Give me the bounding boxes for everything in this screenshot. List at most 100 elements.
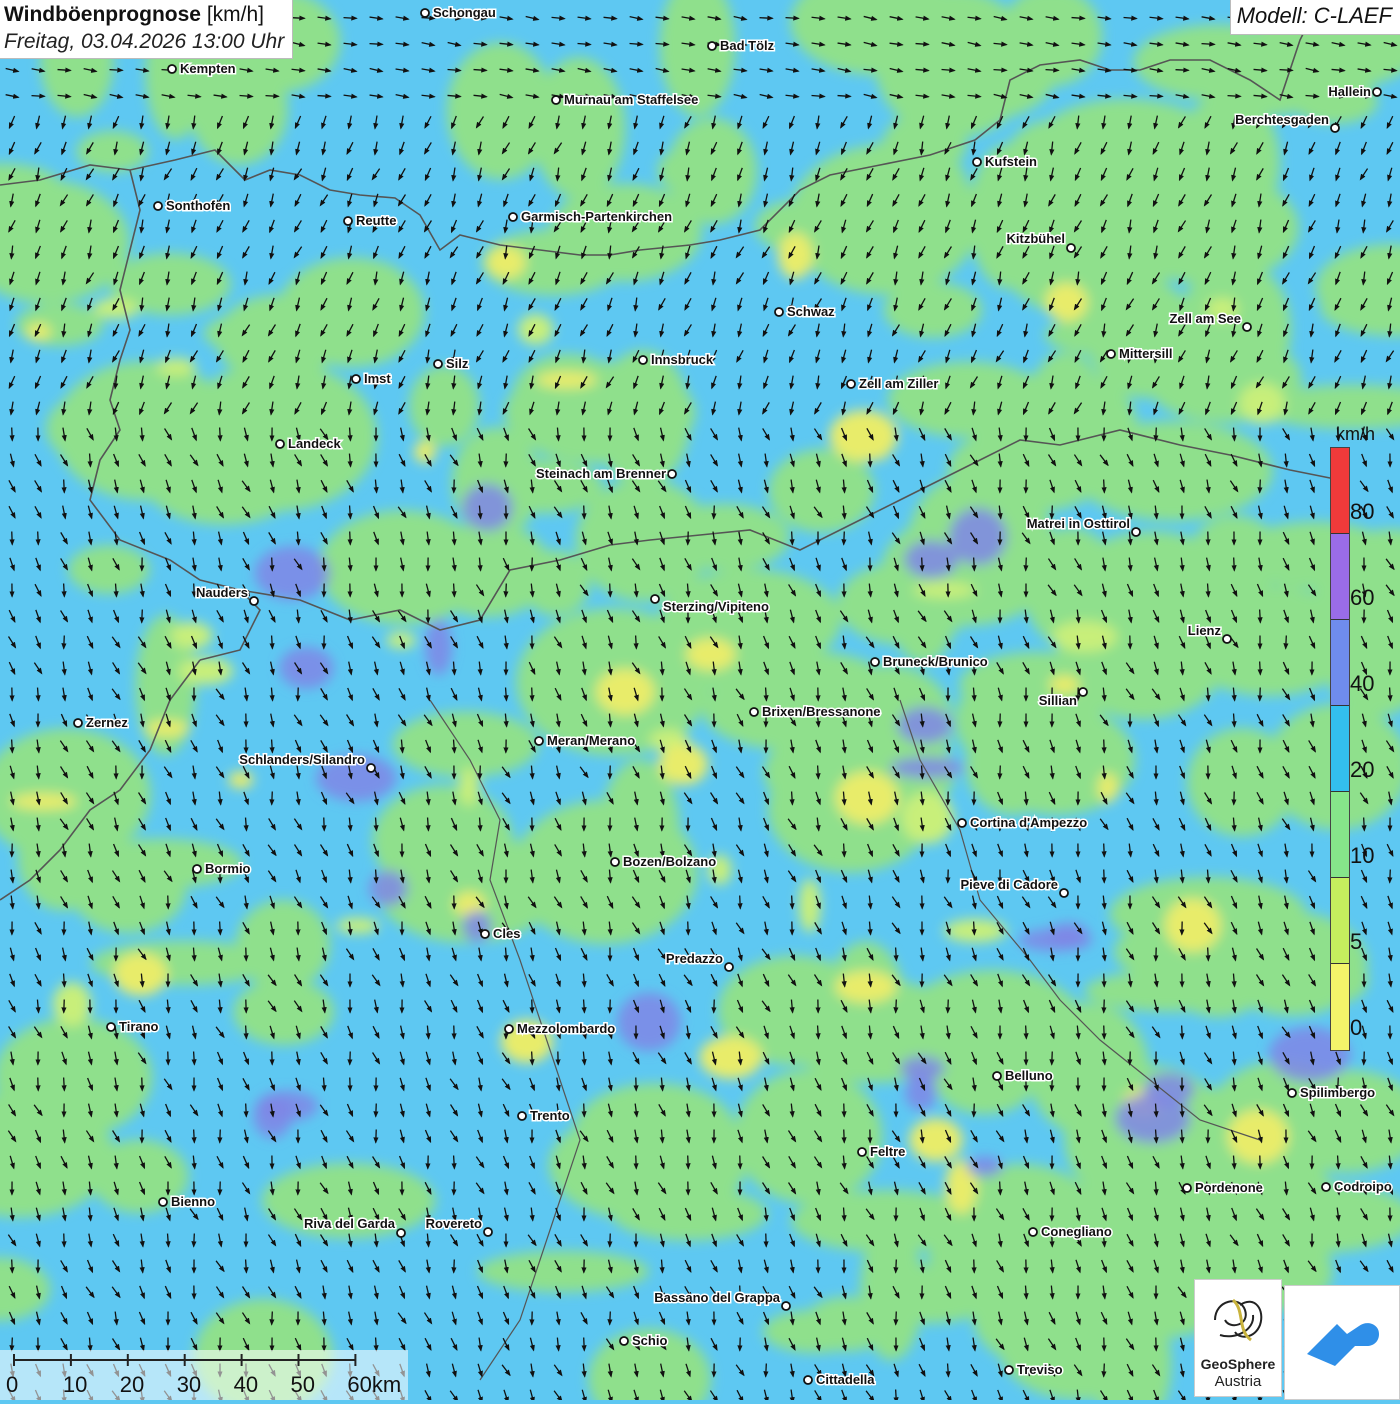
city-dot-icon xyxy=(74,719,82,727)
gust-zone-yellow xyxy=(1049,675,1080,694)
wind-arrow xyxy=(1000,766,1001,779)
gust-zone-purple xyxy=(1049,923,1089,946)
geosphere-logo[interactable]: GeoSphere Austria xyxy=(1194,1279,1282,1397)
city-schongau[interactable]: Schongau xyxy=(421,5,496,20)
gust-zone-yellow xyxy=(869,442,889,460)
city-dot-icon xyxy=(1005,1366,1013,1374)
wind-arrow xyxy=(64,1078,65,1091)
city-label: Reutte xyxy=(356,213,396,228)
city-pordenone[interactable]: Pordenone xyxy=(1183,1180,1263,1195)
wind-arrow xyxy=(64,636,65,649)
gust-zone-green xyxy=(393,711,539,777)
scale-label: 10 xyxy=(63,1372,87,1398)
wind-arrow xyxy=(760,18,773,19)
city-label: Zell am Ziller xyxy=(859,376,938,391)
city-mezzolombardo[interactable]: Mezzolombardo xyxy=(505,1021,615,1036)
city-label: Mezzolombardo xyxy=(517,1021,615,1036)
legend-band xyxy=(1331,706,1349,792)
wind-arrow xyxy=(1338,1156,1339,1169)
city-bruneck-brunico[interactable]: Bruneck/Brunico xyxy=(871,654,988,669)
city-dot-icon xyxy=(344,217,352,225)
legend-band xyxy=(1331,620,1349,706)
wind-arrow xyxy=(506,688,507,701)
city-dot-icon xyxy=(1183,1184,1191,1192)
gust-zone-yellow xyxy=(26,323,51,340)
wind-arrow xyxy=(272,792,273,805)
city-label: Cortina d'Ampezzo xyxy=(970,815,1087,830)
city-label: Nauders xyxy=(196,585,248,600)
city-label: Feltre xyxy=(870,1144,905,1159)
city-label: Kitzbühel xyxy=(1007,231,1066,246)
gust-zone-green xyxy=(447,42,555,179)
city-sonthofen[interactable]: Sonthofen xyxy=(154,198,230,213)
city-brixen-bressanone[interactable]: Brixen/Bressanone xyxy=(750,704,881,719)
wind-arrow xyxy=(1026,558,1027,571)
city-cortina-d-ampezzo[interactable]: Cortina d'Ampezzo xyxy=(958,815,1087,830)
legend-label-0: 0 xyxy=(1350,1015,1362,1041)
wind-arrow xyxy=(64,480,65,493)
gust-zone-yellow xyxy=(699,1036,762,1079)
city-label: Brixen/Bressanone xyxy=(762,704,881,719)
city-label: Garmisch-Partenkirchen xyxy=(521,209,672,224)
city-steinach-am-brenner[interactable]: Steinach am Brenner xyxy=(536,466,676,481)
scale-label: 30 xyxy=(177,1372,201,1398)
wind-arrow xyxy=(246,1260,247,1273)
city-meran-merano[interactable]: Meran/Merano xyxy=(535,733,635,748)
weather-app-logo[interactable] xyxy=(1284,1285,1400,1400)
wind-arrow xyxy=(38,532,39,545)
gust-zone-yellow xyxy=(170,622,212,649)
wind-arrow xyxy=(532,688,533,701)
wind-arrow xyxy=(480,818,481,831)
wind-arrow xyxy=(1364,818,1365,831)
gust-zone-purple xyxy=(617,993,681,1051)
wind-arrow xyxy=(272,558,273,571)
city-dot-icon xyxy=(367,764,375,772)
scale-label: 20 xyxy=(120,1372,144,1398)
city-innsbruck[interactable]: Innsbruck xyxy=(639,352,714,367)
wind-arrow xyxy=(246,1104,247,1117)
city-murnau-am-staffelsee[interactable]: Murnau am Staffelsee xyxy=(552,92,698,107)
gust-zone-purple xyxy=(1115,1094,1190,1144)
city-label: Imst xyxy=(364,371,391,386)
city-zell-am-ziller[interactable]: Zell am Ziller xyxy=(847,376,938,391)
wind-arrow xyxy=(1104,1364,1105,1377)
gust-zone-yellow xyxy=(835,971,897,1003)
wind-arrow xyxy=(12,1338,13,1351)
title-box: Windböenprognose [km/h] Freitag, 03.04.2… xyxy=(0,0,293,59)
city-dot-icon xyxy=(1322,1183,1330,1191)
city-label: Sillian xyxy=(1039,693,1077,708)
wind-arrow xyxy=(838,96,851,97)
geosphere-logo-subtext: Austria xyxy=(1195,1373,1281,1390)
city-label: Kufstein xyxy=(985,154,1037,169)
gust-zone-green xyxy=(549,1110,746,1221)
city-dot-icon xyxy=(481,930,489,938)
wind-arrow xyxy=(792,792,793,805)
wind-arrow xyxy=(740,896,741,909)
city-spilimbergo[interactable]: Spilimbergo xyxy=(1288,1085,1375,1100)
legend-band xyxy=(1331,792,1349,878)
wind-arrow xyxy=(454,1260,455,1273)
wind-arrow xyxy=(90,454,91,467)
gust-zone-purple xyxy=(904,540,958,578)
wind-arrow xyxy=(1202,44,1215,45)
wind-arrow xyxy=(610,584,611,597)
city-dot-icon xyxy=(484,1228,492,1236)
city-conegliano[interactable]: Conegliano xyxy=(1029,1224,1112,1239)
gust-zone-yellow xyxy=(686,638,736,670)
gust-zone-yellow xyxy=(778,233,813,279)
wind-arrow xyxy=(220,1130,221,1143)
city-label: Murnau am Staffelsee xyxy=(564,92,698,107)
city-dot-icon xyxy=(421,9,429,17)
wind-arrow xyxy=(1052,1052,1053,1065)
city-label: Bormio xyxy=(205,861,251,876)
city-label: Zell am See xyxy=(1169,311,1241,326)
city-garmisch-partenkirchen[interactable]: Garmisch-Partenkirchen xyxy=(509,209,672,224)
city-label: Belluno xyxy=(1005,1068,1053,1083)
city-dot-icon xyxy=(509,213,517,221)
wind-arrow xyxy=(792,896,793,909)
city-dot-icon xyxy=(958,819,966,827)
city-label: Schio xyxy=(632,1333,667,1348)
title-bold: Windböenprognose xyxy=(4,3,201,26)
wind-gust-map[interactable]: SchongauBad TölzKemptenMurnau am Staffel… xyxy=(0,0,1400,1400)
city-bozen-bolzano[interactable]: Bozen/Bolzano xyxy=(611,854,716,869)
